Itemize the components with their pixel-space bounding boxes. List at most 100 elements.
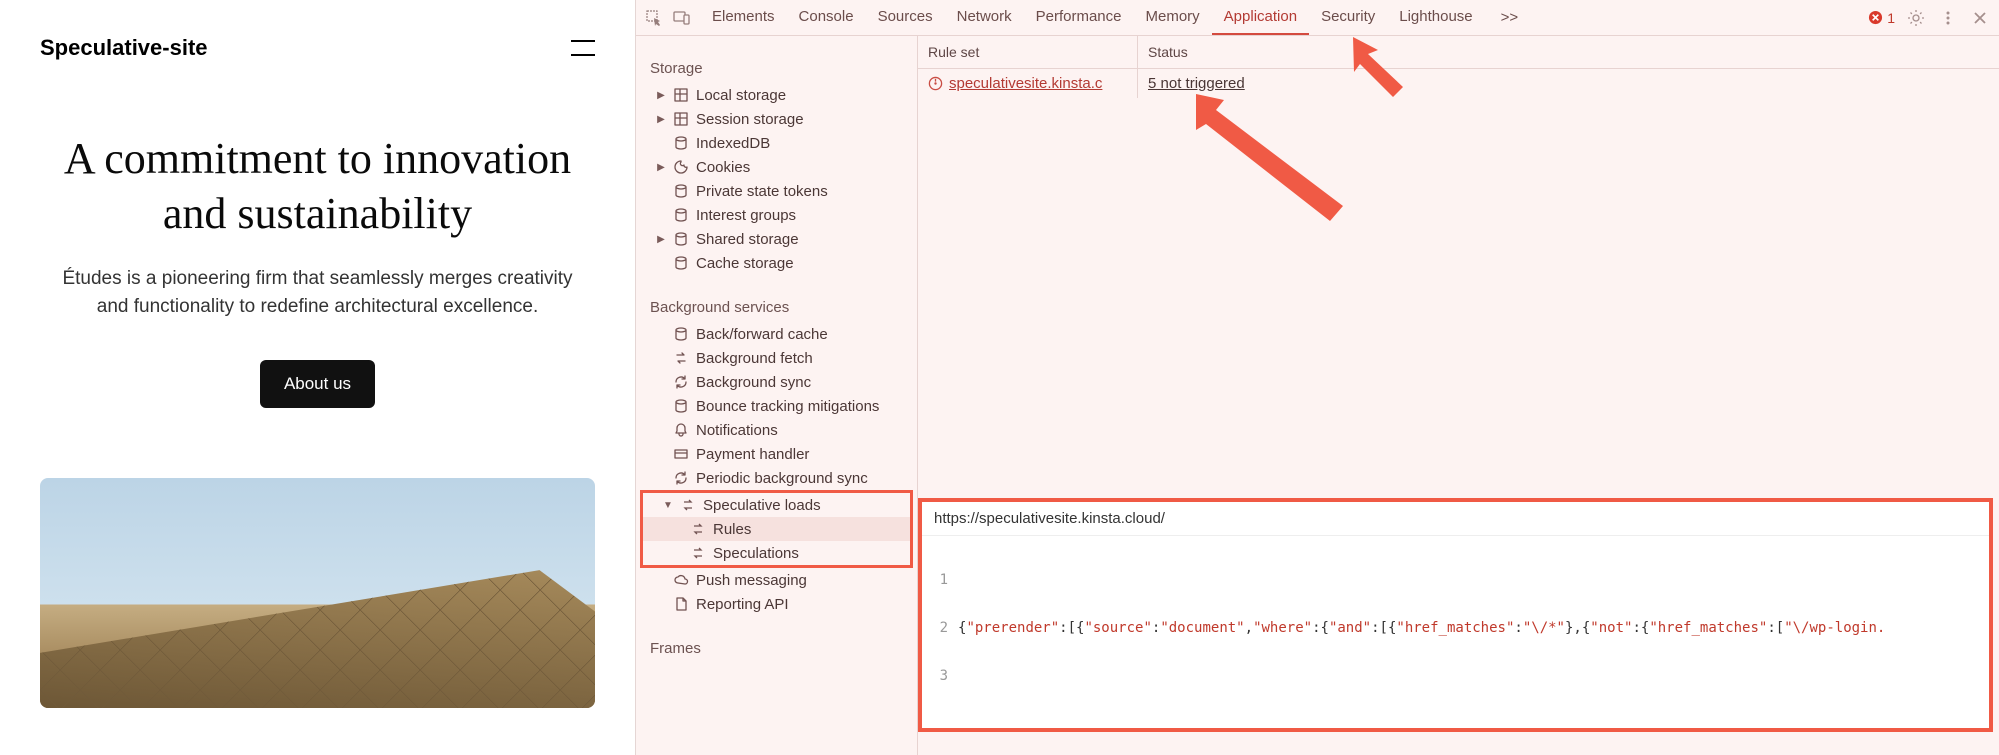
sidebar-item-label: Interest groups xyxy=(696,207,796,224)
tab-console[interactable]: Console xyxy=(787,0,866,35)
sidebar-item-label: Shared storage xyxy=(696,231,799,248)
sync-icon xyxy=(672,469,690,487)
db-icon xyxy=(672,134,690,152)
swap-icon xyxy=(689,520,707,538)
sidebar-item-label: IndexedDB xyxy=(696,135,770,152)
hamburger-icon[interactable] xyxy=(571,40,595,56)
highlight-code-viewer: https://speculativesite.kinsta.cloud/ 1 … xyxy=(918,498,1993,732)
close-devtools-icon[interactable] xyxy=(1969,7,1991,29)
sidebar-item-notifications[interactable]: ▶Notifications xyxy=(636,418,917,442)
sidebar-item-local-storage[interactable]: ▶Local storage xyxy=(636,83,917,107)
sidebar-section-storage: Storage xyxy=(636,54,917,83)
sidebar-item-reporting-api[interactable]: ▶Reporting API xyxy=(636,592,917,616)
sidebar-item-label: Reporting API xyxy=(696,596,789,613)
column-status[interactable]: Status xyxy=(1138,36,1198,68)
tab-sources[interactable]: Sources xyxy=(866,0,945,35)
devtools-tabbar: ElementsConsoleSourcesNetworkPerformance… xyxy=(636,0,1999,36)
db-icon xyxy=(672,325,690,343)
code-line: 2{"prerender":[{"source":"document","whe… xyxy=(922,620,1989,636)
grid-icon xyxy=(672,86,690,104)
sidebar-item-label: Speculations xyxy=(713,545,799,562)
sidebar-item-background-sync[interactable]: ▶Background sync xyxy=(636,370,917,394)
error-count-badge[interactable]: 1 xyxy=(1868,10,1895,26)
inspect-element-icon[interactable] xyxy=(644,8,664,28)
db-icon xyxy=(672,230,690,248)
sidebar-item-label: Payment handler xyxy=(696,446,809,463)
sidebar-item-private-state-tokens[interactable]: ▶Private state tokens xyxy=(636,179,917,203)
sidebar-item-indexeddb[interactable]: ▶IndexedDB xyxy=(636,131,917,155)
tab-application[interactable]: Application xyxy=(1212,0,1309,35)
sidebar-item-speculative-loads[interactable]: ▼ Speculative loads xyxy=(643,493,910,517)
sidebar-item-label: Background fetch xyxy=(696,350,813,367)
sidebar-item-session-storage[interactable]: ▶Session storage xyxy=(636,107,917,131)
db-icon xyxy=(672,206,690,224)
db-icon xyxy=(672,182,690,200)
sidebar-item-label: Cache storage xyxy=(696,255,794,272)
cloud-icon xyxy=(672,571,690,589)
sidebar-item-push-messaging[interactable]: ▶Push messaging xyxy=(636,568,917,592)
sidebar-item-cache-storage[interactable]: ▶Cache storage xyxy=(636,251,917,275)
sidebar-item-periodic-background-sync[interactable]: ▶Periodic background sync xyxy=(636,466,917,490)
rule-set-link[interactable]: speculativesite.kinsta.c xyxy=(949,75,1102,92)
sidebar-item-label: Cookies xyxy=(696,159,750,176)
code-line: 1 xyxy=(922,572,1989,588)
rules-table-header: Rule set Status xyxy=(918,36,1999,69)
annotation-arrow xyxy=(1188,86,1368,236)
swap-icon xyxy=(689,544,707,562)
sidebar-item-label: Periodic background sync xyxy=(696,470,868,487)
website-pane: Speculative-site A commitment to innovat… xyxy=(0,0,635,755)
sidebar-item-payment-handler[interactable]: ▶Payment handler xyxy=(636,442,917,466)
code-body[interactable]: 1 2{"prerender":[{"source":"document","w… xyxy=(922,536,1989,728)
tab-elements[interactable]: Elements xyxy=(700,0,787,35)
sidebar-section-background-services: Background services xyxy=(636,293,917,322)
devtools-pane: ElementsConsoleSourcesNetworkPerformance… xyxy=(635,0,1999,755)
sidebar-item-label: Rules xyxy=(713,521,751,538)
sidebar-item-speculations[interactable]: Speculations xyxy=(643,541,910,565)
site-subheading: Études is a pioneering firm that seamles… xyxy=(58,265,578,320)
error-count: 1 xyxy=(1887,10,1895,26)
site-hero: A commitment to innovation and sustainab… xyxy=(40,131,595,408)
db-icon xyxy=(672,254,690,272)
application-sidebar[interactable]: Storage ▶Local storage▶Session storage▶I… xyxy=(636,36,918,755)
tab-performance[interactable]: Performance xyxy=(1024,0,1134,35)
column-rule-set[interactable]: Rule set xyxy=(918,36,1138,68)
sidebar-item-interest-groups[interactable]: ▶Interest groups xyxy=(636,203,917,227)
sidebar-item-label: Notifications xyxy=(696,422,778,439)
devtools-tabs: ElementsConsoleSourcesNetworkPerformance… xyxy=(700,0,1485,35)
db-icon xyxy=(672,397,690,415)
sidebar-item-cookies[interactable]: ▶Cookies xyxy=(636,155,917,179)
sidebar-item-label: Bounce tracking mitigations xyxy=(696,398,879,415)
code-url: https://speculativesite.kinsta.cloud/ xyxy=(922,502,1989,536)
tab-lighthouse[interactable]: Lighthouse xyxy=(1387,0,1484,35)
cookie-icon xyxy=(672,158,690,176)
sidebar-item-label: Background sync xyxy=(696,374,811,391)
application-main: Rule set Status speculativesite.kinsta.c… xyxy=(918,36,1999,755)
doc-icon xyxy=(672,595,690,613)
code-line: 3 xyxy=(922,668,1989,684)
sidebar-item-rules[interactable]: Rules xyxy=(643,517,910,541)
sidebar-item-bounce-tracking-mitigations[interactable]: ▶Bounce tracking mitigations xyxy=(636,394,917,418)
swap-icon xyxy=(679,496,697,514)
sidebar-item-shared-storage[interactable]: ▶Shared storage xyxy=(636,227,917,251)
sidebar-item-back-forward-cache[interactable]: ▶Back/forward cache xyxy=(636,322,917,346)
sidebar-item-label: Back/forward cache xyxy=(696,326,828,343)
cell-rule-set[interactable]: speculativesite.kinsta.c xyxy=(918,69,1138,98)
sync-icon xyxy=(672,373,690,391)
grid-icon xyxy=(672,110,690,128)
highlight-speculative-loads: ▼ Speculative loads Rules Speculations xyxy=(640,490,913,568)
error-icon xyxy=(1868,10,1883,25)
rules-table-row[interactable]: speculativesite.kinsta.c 5 not triggered xyxy=(918,69,1999,98)
kebab-menu-icon[interactable] xyxy=(1937,7,1959,29)
device-toolbar-icon[interactable] xyxy=(672,8,692,28)
tab-security[interactable]: Security xyxy=(1309,0,1387,35)
sidebar-section-frames: Frames xyxy=(636,634,917,663)
cell-status[interactable]: 5 not triggered xyxy=(1138,69,1255,98)
tabs-overflow-button[interactable]: >> xyxy=(1489,1,1531,34)
tab-network[interactable]: Network xyxy=(945,0,1024,35)
about-us-button[interactable]: About us xyxy=(260,360,375,408)
warning-icon xyxy=(928,76,943,91)
sidebar-item-background-fetch[interactable]: ▶Background fetch xyxy=(636,346,917,370)
tab-memory[interactable]: Memory xyxy=(1134,0,1212,35)
settings-icon[interactable] xyxy=(1905,7,1927,29)
site-logo[interactable]: Speculative-site xyxy=(40,35,208,61)
